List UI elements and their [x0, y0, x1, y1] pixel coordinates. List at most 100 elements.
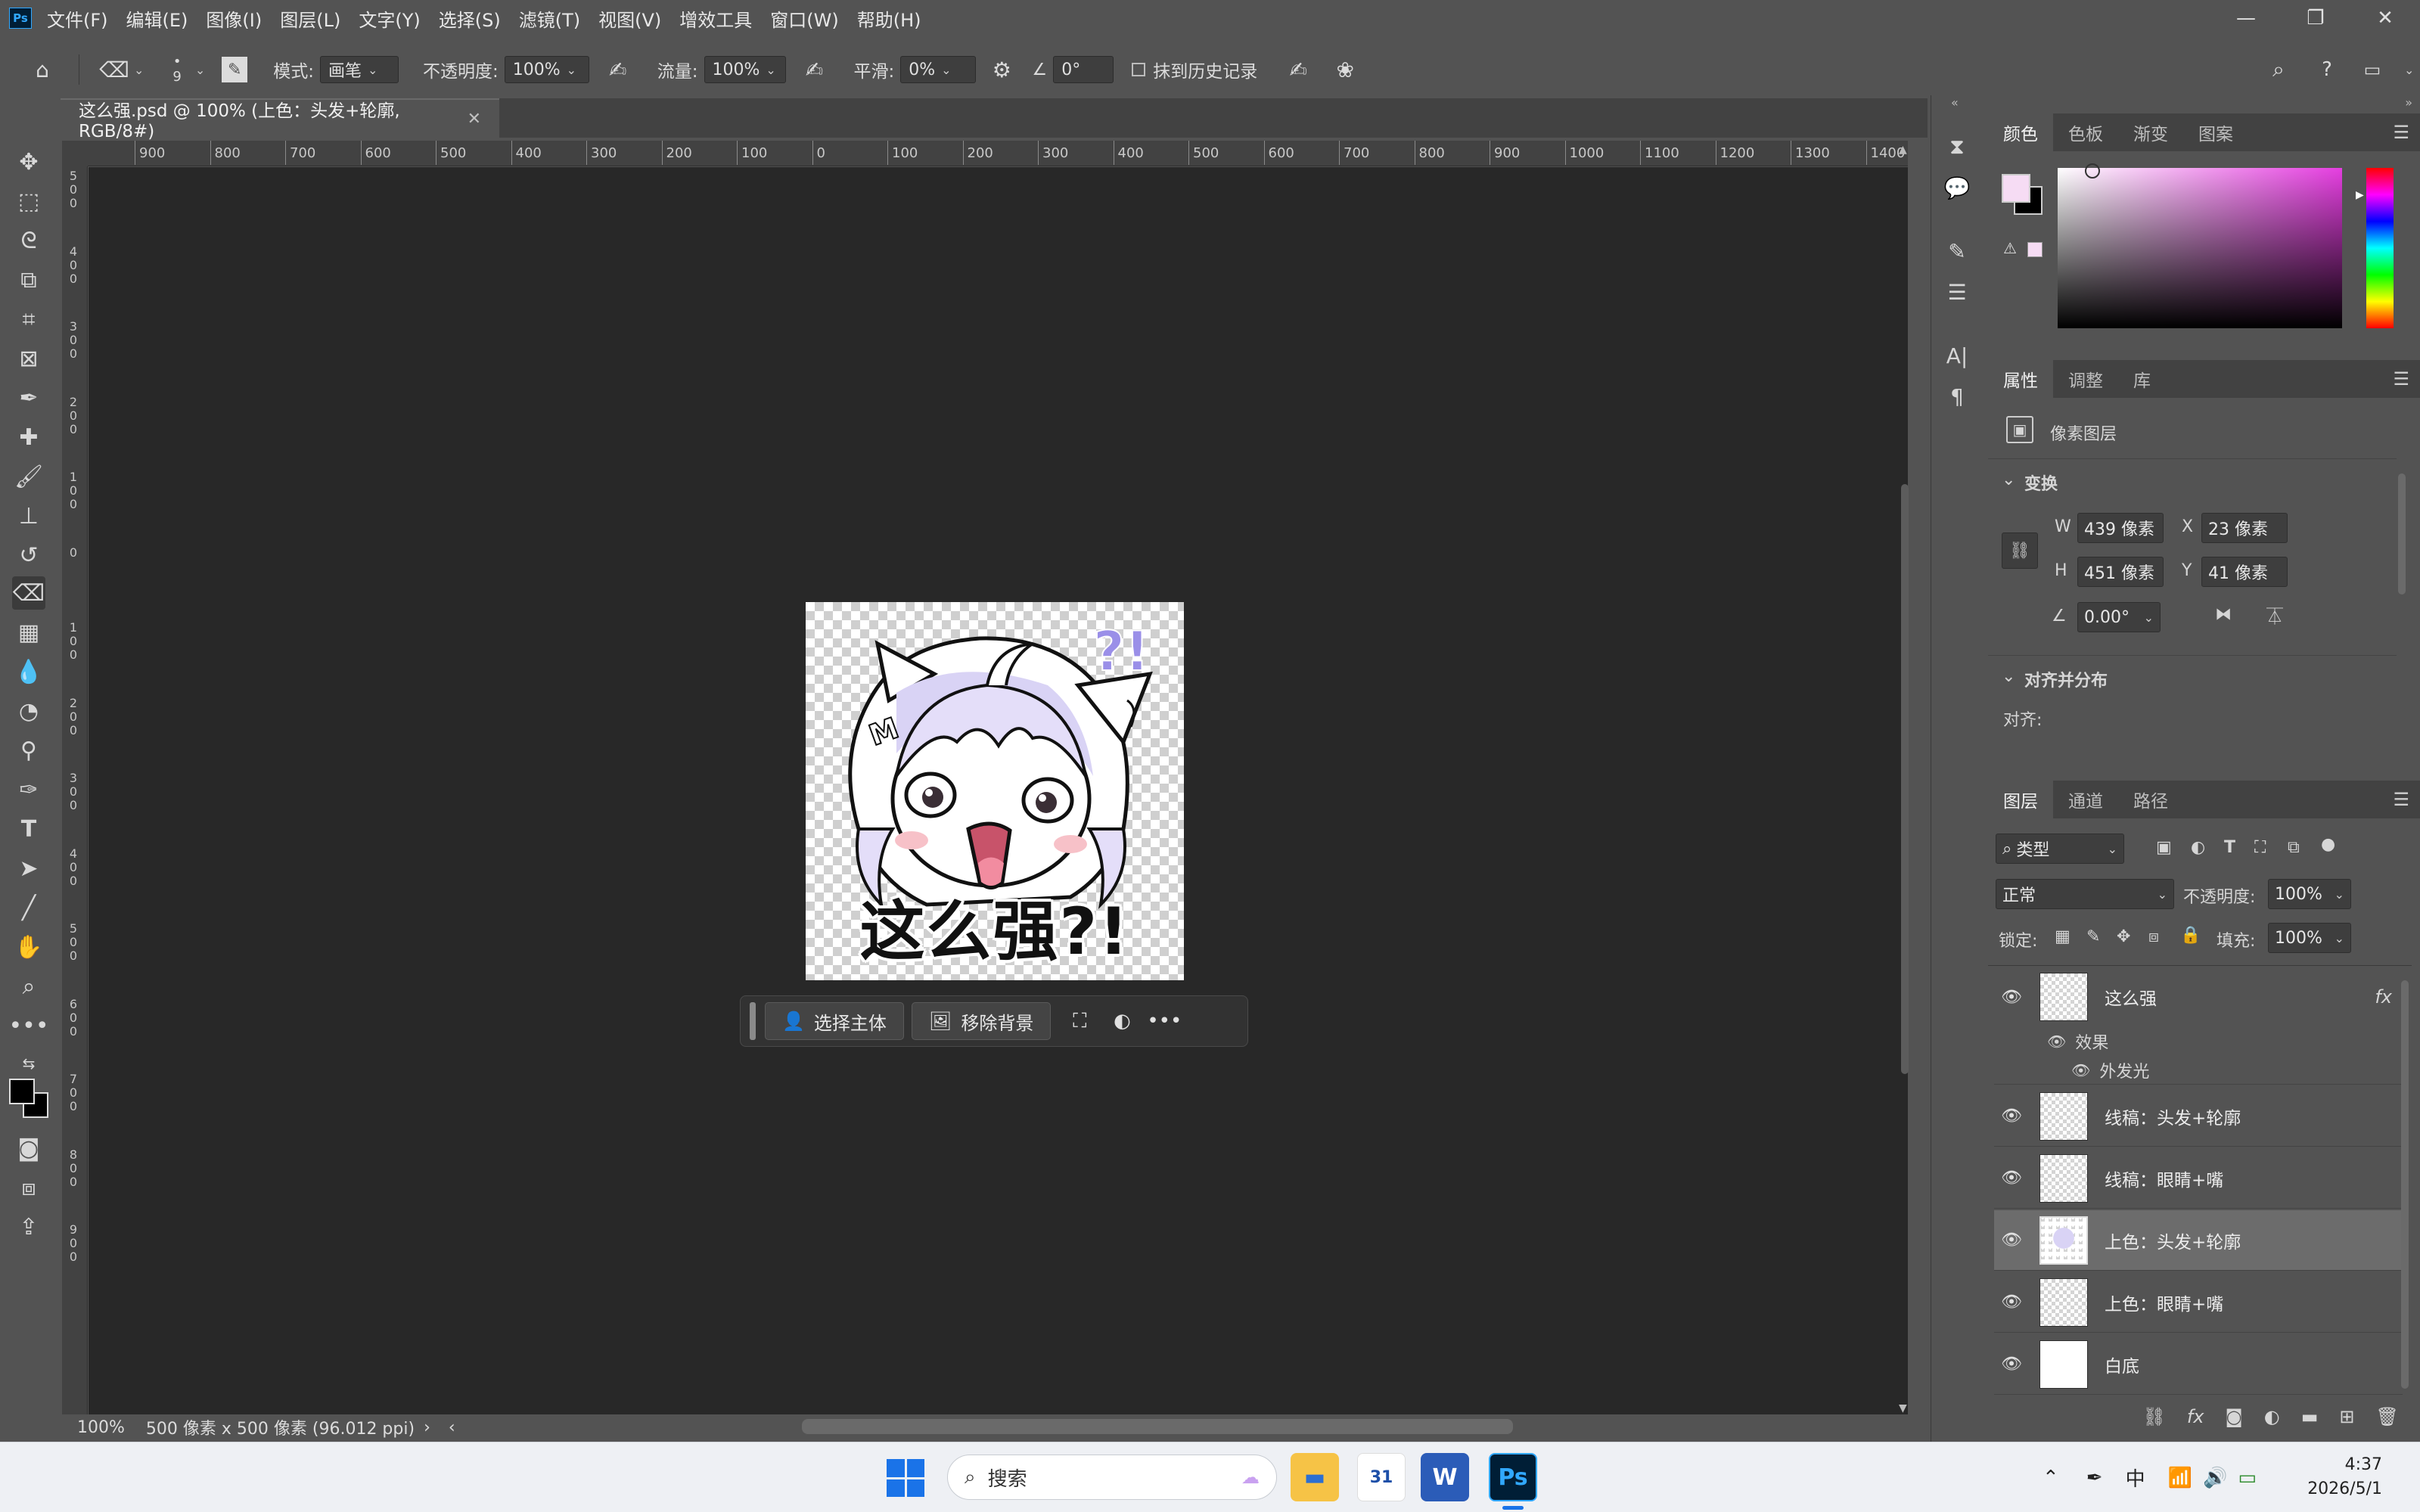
screen-mode-icon[interactable]: ⧈ — [12, 1171, 45, 1204]
visibility-eye-icon[interactable]: 👁 — [1994, 1231, 2029, 1250]
expand-icon[interactable]: » — [2405, 95, 2412, 110]
gear-icon[interactable]: ⚙ — [988, 56, 1015, 83]
layer-name[interactable]: 上色：头发+轮廓 — [2105, 1228, 2241, 1253]
blend-mode-select[interactable]: 正常 ⌄ — [1996, 879, 2174, 909]
blur-tool-icon[interactable]: 💧 — [12, 655, 45, 688]
align-section-title[interactable]: 对齐并分布 — [2024, 667, 2108, 691]
tab-properties[interactable]: 属性 — [1988, 360, 2053, 398]
fill-input[interactable]: 100% ⌄ — [2268, 923, 2351, 953]
brush-settings-panel-icon[interactable]: ✎ — [1940, 234, 1974, 268]
eyedropper-tool-icon[interactable]: ✒ — [12, 381, 45, 414]
brush-preset-picker[interactable]: • 9 — [172, 54, 181, 85]
drag-handle[interactable] — [750, 1002, 756, 1040]
layer-row[interactable]: 👁 线稿：头发+轮廓 — [1994, 1086, 2403, 1147]
panel-menu-icon[interactable]: ☰ — [2393, 122, 2409, 143]
layer-name[interactable]: 这么强 — [2105, 984, 2157, 1010]
lock-all-icon[interactable]: 🔒 — [2180, 926, 2201, 945]
type-tool-icon[interactable]: T — [12, 812, 45, 846]
document-info[interactable]: 500 像素 x 500 像素 (96.012 ppi) — [146, 1415, 415, 1439]
volume-icon[interactable]: 🔊 — [2203, 1467, 2227, 1489]
layer-row-selected[interactable]: 👁 上色：头发+轮廓 — [1994, 1210, 2403, 1271]
tab-adjustments[interactable]: 调整 — [2053, 360, 2118, 398]
link-layers-icon[interactable]: ⛓ — [2142, 1406, 2165, 1427]
sponge-tool-icon[interactable]: ⚲ — [12, 734, 45, 767]
chevron-right-icon[interactable]: › — [424, 1418, 430, 1437]
horizontal-ruler[interactable]: 900 800 700 600 500 400 300 200 100 0 100 200 300 400… — [88, 141, 1908, 166]
menu-image[interactable]: 图像(I) — [206, 5, 262, 32]
file-explorer-icon[interactable]: ▬ — [1291, 1453, 1339, 1501]
pressure-opacity-icon[interactable]: ✍ — [604, 56, 632, 83]
layer-row[interactable]: 👁 线稿：眼睛+嘴 — [1994, 1148, 2403, 1209]
search-icon[interactable]: ⌕ — [2265, 56, 2292, 83]
menu-file[interactable]: 文件(F) — [47, 5, 108, 32]
history-panel-icon[interactable]: ⧗ — [1940, 130, 1974, 163]
chevron-up-icon[interactable]: ⌃ — [2043, 1467, 2059, 1489]
visibility-eye-icon[interactable]: 👁 — [1994, 1293, 2029, 1312]
properties-scrollbar[interactable] — [2398, 473, 2406, 595]
visibility-eye-icon[interactable]: 👁 — [1994, 988, 2029, 1007]
tab-color[interactable]: 颜色 — [1988, 113, 2053, 151]
layer-name[interactable]: 线稿：眼睛+嘴 — [2105, 1166, 2223, 1191]
battery-icon[interactable]: ▭ — [2238, 1467, 2257, 1489]
foreground-color-swatch[interactable] — [2002, 174, 2030, 203]
tab-gradients[interactable]: 渐变 — [2118, 113, 2183, 151]
vertical-scrollbar[interactable]: ▲ ▼ — [1899, 144, 1911, 1414]
comments-panel-icon[interactable]: 💬 — [1940, 171, 1974, 204]
history-checkbox[interactable] — [1132, 63, 1146, 76]
paragraph-panel-icon[interactable]: ¶ — [1940, 380, 1974, 413]
menu-view[interactable]: 视图(V) — [598, 5, 661, 32]
color-field[interactable] — [2058, 168, 2342, 328]
menu-select[interactable]: 选择(S) — [439, 5, 501, 32]
rotation-input[interactable]: 0.00° ⌄ — [2077, 602, 2161, 632]
chevron-down-icon[interactable]: ⌄ — [2404, 63, 2414, 77]
visibility-eye-icon[interactable]: 👁 — [2071, 1061, 2090, 1079]
character-panel-icon[interactable]: A| — [1940, 339, 1974, 372]
visibility-eye-icon[interactable]: 👁 — [2047, 1032, 2066, 1051]
pressure-size-icon[interactable]: ✍ — [1285, 56, 1312, 83]
photoshop-taskbar-icon[interactable]: Ps — [1489, 1453, 1537, 1501]
chevron-down-icon[interactable]: ⌄ — [134, 63, 144, 77]
menu-help[interactable]: 帮助(H) — [857, 5, 921, 32]
hue-slider[interactable] — [2366, 168, 2394, 328]
scroll-left-icon[interactable]: ‹ — [449, 1418, 455, 1437]
scroll-up-icon[interactable]: ▲ — [1899, 144, 1907, 156]
height-input[interactable]: 451 像素 — [2077, 557, 2164, 587]
layer-row[interactable]: 👁 这么强 fx — [1994, 967, 2403, 1027]
ime-indicator[interactable]: 中 — [2126, 1464, 2145, 1492]
home-icon[interactable]: ⌂ — [29, 56, 56, 83]
workspace-icon[interactable]: ▭ — [2359, 56, 2386, 83]
zoom-level[interactable]: 100% — [77, 1418, 125, 1437]
outer-glow-row[interactable]: 👁 外发光 — [1994, 1056, 2403, 1085]
adjustments-panel-icon[interactable]: ☰ — [1940, 275, 1974, 309]
filter-type-icon[interactable]: T — [2224, 838, 2235, 857]
hue-slider-marker[interactable]: ▶ — [2356, 189, 2364, 201]
document-tab[interactable]: 这么强.psd @ 100% (上色：头发+轮廓, RGB/8#) ✕ — [61, 98, 499, 141]
panel-menu-icon[interactable]: ☰ — [2393, 368, 2409, 390]
remove-background-button[interactable]: 🖼 移除背景 — [911, 1002, 1052, 1040]
restore-icon[interactable]: ❐ — [2281, 0, 2350, 36]
flip-horizontal-icon[interactable]: ⧓ — [2215, 605, 2232, 624]
calendar-app-icon[interactable]: 31 — [1357, 1453, 1406, 1501]
visibility-eye-icon[interactable]: 👁 — [1994, 1169, 2029, 1188]
chevron-down-icon[interactable]: ⌄ — [2002, 667, 2015, 686]
new-layer-icon[interactable]: ⊞ — [2339, 1406, 2354, 1427]
close-window-icon[interactable]: ✕ — [2350, 0, 2420, 36]
menu-edit[interactable]: 编辑(E) — [126, 5, 188, 32]
menu-filter[interactable]: 滤镜(T) — [519, 5, 580, 32]
horizontal-scroll-thumb[interactable] — [802, 1419, 1513, 1434]
color-picker-handle[interactable] — [2085, 163, 2100, 179]
tab-patterns[interactable]: 图案 — [2183, 113, 2248, 151]
object-selection-tool-icon[interactable]: ⧉ — [12, 263, 45, 297]
gradient-tool-icon[interactable]: ▦ — [12, 616, 45, 649]
layer-name[interactable]: 白底 — [2105, 1352, 2139, 1377]
line-tool-icon[interactable]: ╱ — [12, 891, 45, 924]
minimize-icon[interactable]: — — [2211, 0, 2281, 36]
taskbar-clock[interactable]: 4:37 2026/5/1 — [2307, 1453, 2382, 1501]
foreground-color-swatch[interactable] — [9, 1079, 35, 1104]
fx-badge[interactable]: fx — [2375, 986, 2392, 1007]
angle-input[interactable]: 0° — [1053, 56, 1114, 83]
path-selection-tool-icon[interactable]: ➤ — [12, 852, 45, 885]
canvas-workspace[interactable]: ?! M 这么强?! — [89, 167, 1908, 1414]
close-tab-icon[interactable]: ✕ — [468, 110, 481, 129]
more-options-icon[interactable]: ••• — [1143, 1002, 1185, 1040]
